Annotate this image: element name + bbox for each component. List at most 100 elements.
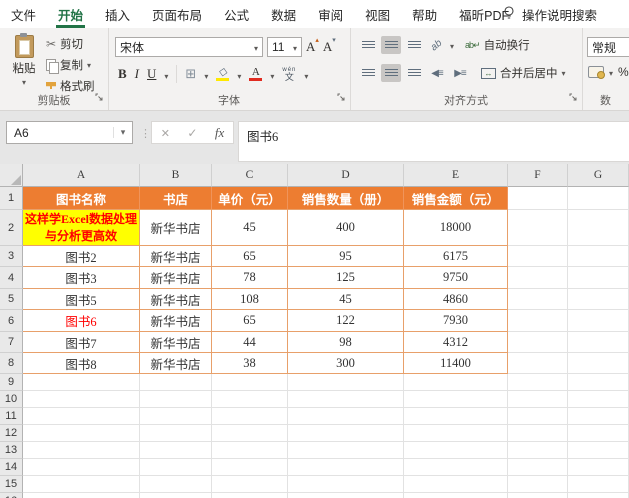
cell[interactable]: 图书6 [23, 310, 140, 332]
cell[interactable] [508, 459, 568, 476]
cell[interactable] [508, 425, 568, 442]
cell[interactable] [568, 210, 629, 246]
cell[interactable] [508, 332, 568, 353]
cell[interactable]: 7930 [404, 310, 508, 332]
font-dialog-launcher-icon[interactable] [337, 89, 346, 107]
cell[interactable] [568, 246, 629, 267]
cell[interactable] [568, 267, 629, 289]
column-header[interactable]: B [140, 164, 212, 187]
row-header[interactable]: 13 [0, 442, 23, 459]
align-left-button[interactable] [358, 64, 378, 82]
row-header[interactable]: 10 [0, 391, 23, 408]
decrease-indent-button[interactable]: ◀≡ [427, 64, 447, 82]
cell[interactable] [23, 459, 140, 476]
phonetic-guide-button[interactable]: wén 文 [282, 67, 296, 82]
cell[interactable]: 新华书店 [140, 332, 212, 353]
cell[interactable] [568, 476, 629, 493]
cell[interactable] [404, 425, 508, 442]
underline-button[interactable]: U [147, 66, 156, 82]
cell[interactable]: 11400 [404, 353, 508, 374]
cell[interactable] [23, 442, 140, 459]
column-header[interactable]: E [404, 164, 508, 187]
cell[interactable] [508, 442, 568, 459]
cell[interactable] [23, 374, 140, 391]
cell[interactable] [508, 187, 568, 210]
menu-tab[interactable]: 数据 [260, 0, 307, 28]
cancel-icon[interactable] [161, 124, 170, 142]
clipboard-dialog-launcher-icon[interactable] [95, 89, 104, 107]
align-middle-button[interactable] [381, 36, 401, 54]
table-header-cell[interactable]: 书店 [140, 187, 212, 210]
cell[interactable] [404, 493, 508, 498]
cell[interactable] [140, 391, 212, 408]
row-header[interactable]: 14 [0, 459, 23, 476]
tell-me-search[interactable]: 操作说明搜索 [503, 0, 597, 28]
row-header[interactable]: 7 [0, 332, 23, 353]
cell[interactable] [568, 408, 629, 425]
font-color-button[interactable]: A [249, 67, 263, 81]
cell[interactable] [568, 493, 629, 498]
cell[interactable] [404, 476, 508, 493]
cell[interactable]: 125 [288, 267, 404, 289]
cell[interactable]: 400 [288, 210, 404, 246]
cell[interactable]: 45 [288, 289, 404, 310]
cell[interactable] [508, 289, 568, 310]
menu-tab[interactable]: 视图 [354, 0, 401, 28]
row-header[interactable]: 16 [0, 493, 23, 498]
cell[interactable]: 65 [212, 246, 288, 267]
menu-tab[interactable]: 文件 [0, 0, 47, 28]
cell[interactable]: 新华书店 [140, 267, 212, 289]
column-header[interactable]: G [568, 164, 629, 187]
wrap-text-button[interactable]: 自动换行 [465, 37, 530, 53]
cell[interactable]: 9750 [404, 267, 508, 289]
fill-color-button[interactable] [216, 67, 230, 81]
accounting-format-icon[interactable] [588, 66, 605, 79]
cell[interactable] [568, 353, 629, 374]
cell[interactable] [212, 493, 288, 498]
cell[interactable] [288, 459, 404, 476]
cell[interactable] [140, 476, 212, 493]
cell[interactable] [212, 442, 288, 459]
row-header[interactable]: 5 [0, 289, 23, 310]
cell[interactable] [23, 476, 140, 493]
cell[interactable]: 图书5 [23, 289, 140, 310]
row-header[interactable]: 11 [0, 408, 23, 425]
cell[interactable] [288, 493, 404, 498]
cell[interactable] [404, 408, 508, 425]
cell[interactable] [404, 459, 508, 476]
select-all-corner[interactable] [0, 164, 23, 187]
row-header[interactable]: 6 [0, 310, 23, 332]
cell[interactable] [23, 493, 140, 498]
align-center-button[interactable] [381, 64, 401, 82]
row-header[interactable]: 12 [0, 425, 23, 442]
menu-tab[interactable]: 公式 [213, 0, 260, 28]
cell[interactable]: 65 [212, 310, 288, 332]
cell[interactable] [568, 332, 629, 353]
cell[interactable] [140, 493, 212, 498]
cell[interactable] [23, 408, 140, 425]
cell[interactable]: 95 [288, 246, 404, 267]
cell[interactable] [568, 459, 629, 476]
cell[interactable] [508, 210, 568, 246]
column-header[interactable]: C [212, 164, 288, 187]
formula-input[interactable]: 图书6 [238, 121, 629, 162]
cell[interactable] [508, 246, 568, 267]
font-size-combo[interactable]: 11 [267, 37, 302, 57]
cell[interactable]: 新华书店 [140, 289, 212, 310]
cell[interactable] [404, 374, 508, 391]
name-box[interactable]: A6 ▾ [6, 121, 133, 144]
cell[interactable] [288, 374, 404, 391]
cell[interactable] [288, 408, 404, 425]
cell[interactable]: 图书7 [23, 332, 140, 353]
cell[interactable] [140, 425, 212, 442]
enter-icon[interactable] [187, 124, 197, 142]
align-right-button[interactable] [404, 64, 424, 82]
bold-button[interactable]: B [118, 66, 127, 82]
cell[interactable] [212, 425, 288, 442]
cell[interactable] [568, 289, 629, 310]
percent-style-button[interactable]: % [618, 65, 629, 79]
cell[interactable]: 图书8 [23, 353, 140, 374]
cell[interactable] [140, 459, 212, 476]
cell[interactable]: 122 [288, 310, 404, 332]
cell[interactable] [23, 425, 140, 442]
